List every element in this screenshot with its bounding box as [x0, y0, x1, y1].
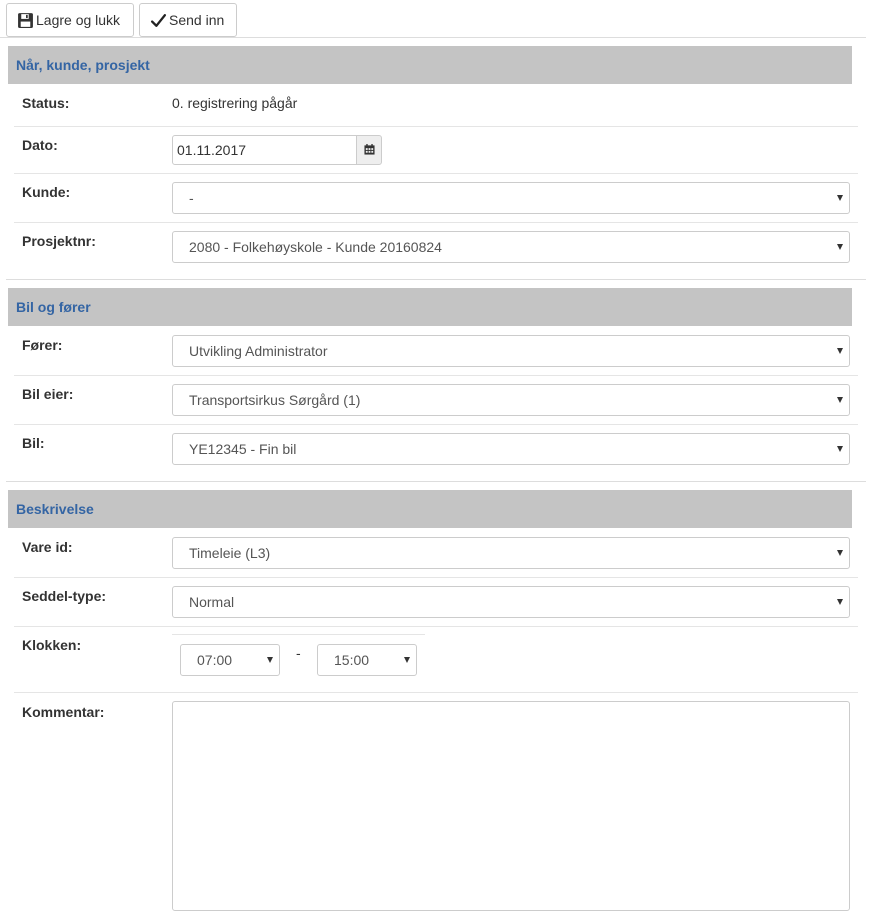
time-from-value: 07:00 [197, 652, 233, 668]
time-to-select[interactable]: 15:00 [317, 644, 417, 676]
comment-textarea[interactable] [172, 701, 850, 911]
chevron-down-icon [837, 195, 843, 201]
send-in-label: Send inn [169, 12, 225, 28]
section-header-customer: Når, kunde, prosjekt [8, 46, 852, 84]
project-select-value: 2080 - Folkehøyskole - Kunde 20160824 [189, 239, 442, 255]
time-from-select[interactable]: 07:00 [180, 644, 280, 676]
item-select-value: Timeleie (L3) [189, 545, 271, 561]
car-owner-select[interactable]: Transportsirkus Sørgård (1) [172, 384, 850, 416]
date-picker [172, 135, 382, 165]
slip-type-label: Seddel-type: [22, 588, 107, 604]
slip-type-select[interactable]: Normal [172, 586, 850, 618]
status-value: 0. registrering pågår [172, 95, 298, 111]
customer-label: Kunde: [22, 184, 71, 200]
customer-select[interactable]: - [172, 182, 850, 214]
chevron-down-icon [837, 397, 843, 403]
car-select[interactable]: YE12345 - Fin bil [172, 433, 850, 465]
date-input[interactable] [172, 135, 357, 165]
car-owner-label: Bil eier: [22, 386, 74, 402]
project-label: Prosjektnr: [22, 233, 96, 249]
row-divider [14, 626, 858, 627]
chevron-down-icon [837, 446, 843, 452]
time-label: Klokken: [22, 637, 82, 653]
row-divider [14, 222, 858, 223]
time-group-divider [172, 634, 425, 635]
chevron-down-icon [267, 657, 273, 663]
time-separator: - [296, 645, 301, 661]
time-to-value: 15:00 [334, 652, 370, 668]
calendar-button[interactable] [356, 135, 382, 165]
comment-label: Kommentar: [22, 704, 105, 720]
driver-label: Fører: [22, 337, 63, 353]
section-divider [6, 279, 866, 280]
floppy-disk-icon [17, 12, 34, 29]
car-owner-select-value: Transportsirkus Sørgård (1) [189, 392, 361, 408]
project-select[interactable]: 2080 - Folkehøyskole - Kunde 20160824 [172, 231, 850, 263]
send-in-button[interactable]: Send inn [139, 3, 237, 37]
row-divider [14, 577, 858, 578]
driver-select-value: Utvikling Administrator [189, 343, 328, 359]
section-divider [6, 481, 866, 482]
checkmark-icon [150, 12, 167, 29]
row-divider [14, 173, 858, 174]
calendar-icon [363, 142, 375, 158]
item-label: Vare id: [22, 539, 73, 555]
save-and-close-label: Lagre og lukk [36, 12, 121, 28]
section-header-vehicle: Bil og fører [8, 288, 852, 326]
row-divider [14, 692, 858, 693]
toolbar: Lagre og lukk Send inn [0, 0, 866, 38]
item-select[interactable]: Timeleie (L3) [172, 537, 850, 569]
chevron-down-icon [837, 244, 843, 250]
section-header-description: Beskrivelse [8, 490, 852, 528]
status-label: Status: [22, 95, 70, 111]
customer-select-value: - [189, 190, 194, 206]
chevron-down-icon [837, 348, 843, 354]
driver-select[interactable]: Utvikling Administrator [172, 335, 850, 367]
chevron-down-icon [837, 599, 843, 605]
row-divider [14, 375, 858, 376]
car-select-value: YE12345 - Fin bil [189, 441, 297, 457]
chevron-down-icon [404, 657, 410, 663]
car-label: Bil: [22, 435, 45, 451]
date-label: Dato: [22, 137, 58, 153]
save-and-close-button[interactable]: Lagre og lukk [6, 3, 134, 37]
row-divider [14, 126, 858, 127]
row-divider [14, 424, 858, 425]
chevron-down-icon [837, 550, 843, 556]
slip-type-select-value: Normal [189, 594, 235, 610]
